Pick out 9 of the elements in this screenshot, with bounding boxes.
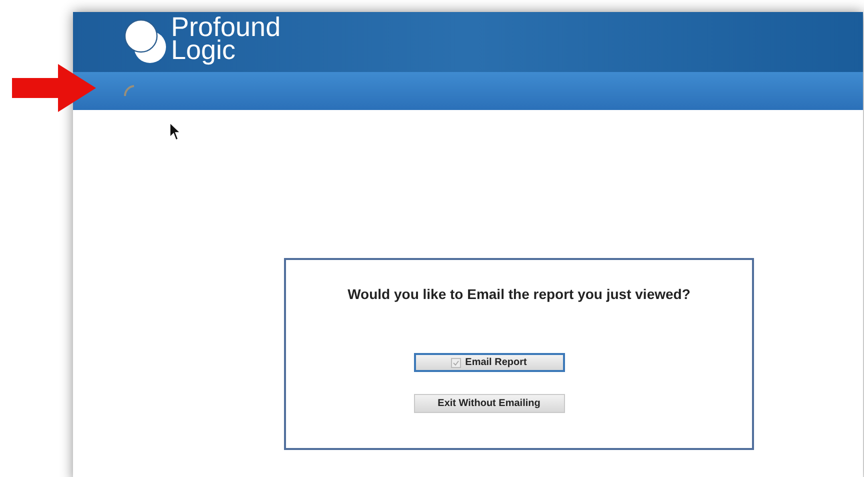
dialog-question: Would you like to Email the report you just viewed? (348, 285, 690, 304)
spinner-icon (123, 84, 137, 98)
logo-text: Profound (171, 16, 281, 39)
logo-icon (123, 19, 167, 65)
dialog-button[interactable]: Exit Without Emailing (414, 394, 564, 413)
checkbox-icon (451, 358, 462, 368)
pointer-arrow-icon (12, 64, 96, 112)
mouse-cursor-icon (169, 122, 181, 141)
dialog-button[interactable]: Email Report (414, 353, 564, 372)
